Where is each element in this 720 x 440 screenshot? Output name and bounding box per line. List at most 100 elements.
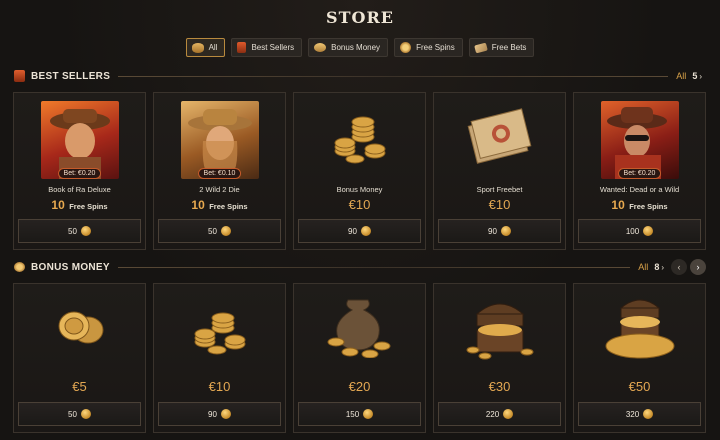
card-reward: 10 Free Spins [14,196,145,214]
filter-bar: All Best Sellers Bonus Money Free Spins … [0,38,720,57]
store-card[interactable]: Bonus Money €10 90 [293,92,426,250]
filter-label: Best Sellers [251,43,295,52]
coin-stack-icon [334,116,385,164]
treasure-hoard-image [603,290,677,362]
filter-label: Bonus Money [331,43,381,52]
filter-free-spins[interactable]: Free Spins [394,38,463,57]
coin-stack-image [185,298,255,358]
buy-button[interactable]: 150 [298,402,421,426]
card-reward: €10 [208,379,231,394]
store-card[interactable]: €5 50 [13,283,146,433]
coin-icon [503,409,514,419]
reward-amount: 10 [191,198,205,212]
filter-label: Free Bets [491,43,527,52]
price-label: 100 [625,226,640,236]
store-card[interactable]: Sport Freebet €10 90 [433,92,566,250]
card-reward: €50 [628,379,651,394]
coin-icon [80,409,91,419]
store-card[interactable]: €10 90 [153,283,286,433]
price-label: 50 [68,409,77,419]
bet-badge: Bet: €0.20 [57,168,102,179]
price-label: 320 [625,409,640,419]
money-bag-image [322,296,398,359]
coin-icon [363,409,374,419]
reward-amount: 10 [611,198,625,212]
card-reward: €5 [72,379,87,394]
coin-stack-icon [194,312,245,355]
store-card[interactable]: Bet: €0.10 2 Wild 2 Die 10 Free Spins 50 [153,92,286,250]
reward-unit: Free Spins [69,202,108,211]
filter-bonus-money[interactable]: Bonus Money [308,38,389,57]
filter-label: All [208,43,218,52]
buy-button[interactable]: 100 [578,219,701,243]
scroll-right-button[interactable]: › [690,259,706,275]
coin-icon [220,226,231,236]
coins-image [48,302,112,352]
card-name: Sport Freebet [476,185,523,194]
price-label: 220 [485,409,500,419]
see-all-link[interactable]: All [638,262,648,272]
store-card[interactable]: Bet: €0.20 Wanted: Dead or a Wild 10 Fre… [573,92,706,250]
treasure-chest-icon [466,303,533,360]
buy-button[interactable]: 50 [18,219,141,243]
money-bag-icon [327,299,390,359]
buy-button[interactable]: 50 [158,219,281,243]
coin-stack-icon [14,262,25,272]
price-label: 150 [345,409,360,419]
filter-all[interactable]: All [185,38,226,57]
coin-stack-icon [314,43,327,52]
coin-icon [643,409,654,419]
ticket-icon [473,42,488,53]
reward-amount: 10 [51,198,65,212]
filter-free-bets[interactable]: Free Bets [468,38,535,57]
store-card[interactable]: Bet: €0.20 Book of Ra Deluxe 10 Free Spi… [13,92,146,250]
treasure-chest-image [465,292,535,362]
store-card[interactable]: €50 320 [573,283,706,433]
chevron-right-icon: › [661,262,664,272]
buy-button[interactable]: 50 [18,402,141,426]
treasure-chest-icon [605,299,674,359]
reward-unit: Free Spins [209,202,248,211]
best-sellers-cards: Bet: €0.20 Book of Ra Deluxe 10 Free Spi… [13,92,706,250]
card-name: 2 Wild 2 Die [199,185,240,194]
bet-badge: Bet: €0.20 [617,168,662,179]
price-label: 50 [68,226,77,236]
best-sellers-header: BEST SELLERS All 5 › [14,68,706,84]
store-card[interactable]: €20 150 [293,283,426,433]
buy-button[interactable]: 90 [298,219,421,243]
divider [117,266,631,268]
divider [118,75,669,77]
coin-icon [500,226,511,236]
price-label: 50 [208,226,217,236]
scroll-left-button[interactable]: ‹ [671,259,687,275]
coin-icon [80,226,91,236]
section-count: 8 [654,262,660,272]
coin-icon [220,409,231,419]
coins-icon [58,311,103,344]
buy-button[interactable]: 90 [158,402,281,426]
bonus-money-header: BONUS MONEY All 8 › ‹ › [14,259,706,275]
card-reward: €30 [488,379,511,394]
fire-book-icon [237,42,247,53]
coin-icon [360,226,371,236]
bonus-money-cards: €5 50 €10 90 €20 150 €30 220 €50 320 [13,283,706,433]
bet-badge: Bet: €0.10 [197,168,242,179]
card-name: Book of Ra Deluxe [48,185,111,194]
see-all-link[interactable]: All [676,71,686,81]
card-name: Bonus Money [336,185,383,194]
chevron-right-icon: › [699,71,702,81]
store-card[interactable]: €30 220 [433,283,566,433]
card-reward: €10 [348,197,371,212]
card-reward: €20 [348,379,371,394]
coin-stack-image [325,107,395,167]
filter-best-sellers[interactable]: Best Sellers [231,38,303,57]
buy-button[interactable]: 220 [438,402,561,426]
section-count: 5 [692,71,698,81]
wanted-dead-or-a-wild-thumbnail: Bet: €0.20 [600,101,679,179]
buy-button[interactable]: 90 [438,219,561,243]
section-title: BEST SELLERS [31,70,111,82]
buy-button[interactable]: 320 [578,402,701,426]
spin-wheel-icon [400,42,412,53]
two-wild-two-die-thumbnail: Bet: €0.10 [180,101,259,179]
card-reward: 10 Free Spins [154,196,285,214]
